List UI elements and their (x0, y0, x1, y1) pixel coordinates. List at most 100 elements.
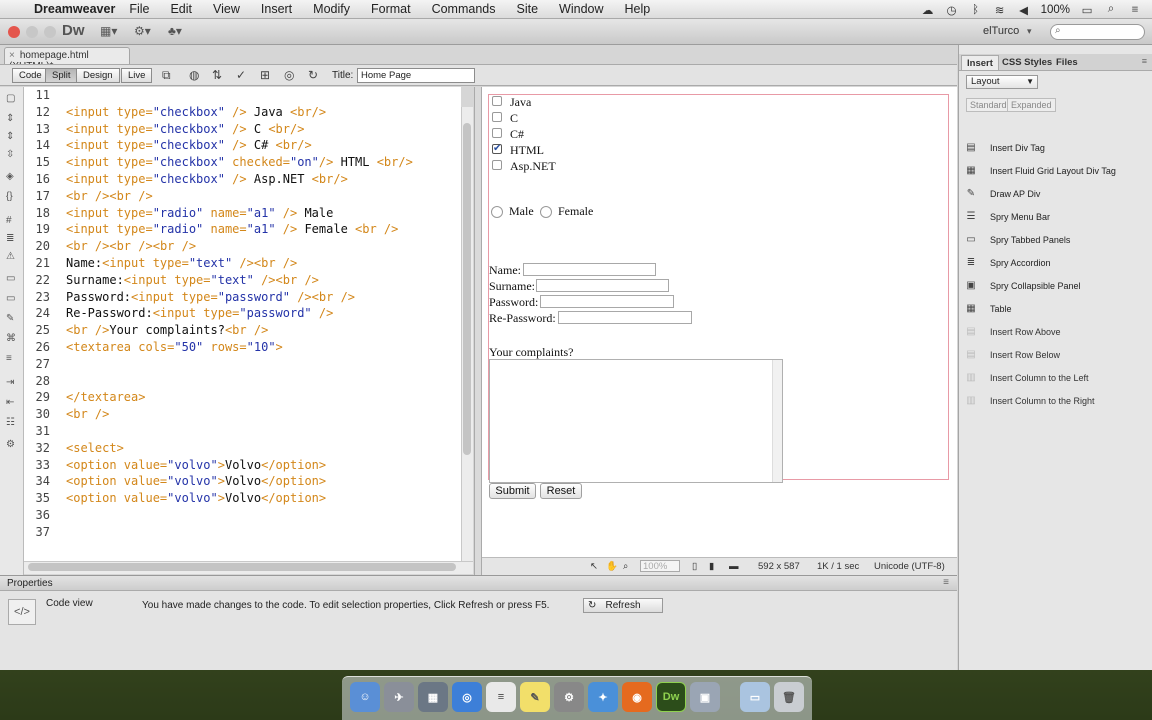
mobile-size-icon[interactable]: ▯ (692, 561, 697, 572)
textarea-scrollbar[interactable] (772, 360, 782, 482)
open-documents-icon[interactable]: ▢ (6, 93, 15, 104)
code-line[interactable]: 18 <input type="radio" name="a1" /> Male (24, 205, 334, 222)
checkbox-aspnet[interactable] (492, 160, 502, 170)
expand-all-icon[interactable]: ⇳ (6, 149, 14, 160)
close-tab-icon[interactable]: × (9, 50, 15, 61)
code-line[interactable]: 16 <input type="checkbox" /> Asp.NET <br/… (24, 171, 348, 188)
code-line[interactable]: 24 Re-Password:<input type="password" /> (24, 305, 334, 322)
desktop-size-icon[interactable]: ▬ (729, 561, 739, 572)
mission-control-icon[interactable]: ▦ (418, 682, 448, 712)
checkbox-c[interactable] (492, 112, 502, 122)
document-tab[interactable]: ×homepage.html (XHTML)* (4, 47, 130, 72)
app-menu-name[interactable]: Dreamweaver (34, 2, 115, 16)
window-size[interactable]: 592 x 587 (758, 561, 800, 572)
select-tool-icon[interactable]: ↖ (590, 561, 598, 572)
insert-row-below[interactable]: Insert Row Below (990, 350, 1060, 360)
zoom-window-button[interactable] (44, 26, 56, 38)
refresh-icon[interactable]: ↻ (308, 68, 318, 82)
live-view-button[interactable]: Live (121, 68, 153, 83)
code-line[interactable]: 22 Surname:<input type="text" /><br /> (24, 272, 319, 289)
checkbox-html[interactable]: ✔ (492, 144, 502, 154)
tab-css-styles[interactable]: CSS Styles (997, 55, 1057, 70)
code-line[interactable]: 23 Password:<input type="password" /><br … (24, 289, 355, 306)
menu-commands[interactable]: Commands (432, 2, 496, 16)
code-line[interactable]: 21 Name:<input type="text" /><br /> (24, 255, 298, 272)
code-line[interactable]: 15 <input type="checkbox" checked="on"/> … (24, 154, 413, 171)
code-line[interactable]: 29 </textarea> (24, 389, 146, 406)
split-view-button[interactable]: Split (45, 68, 78, 83)
file-management-icon[interactable]: ⇅ (212, 68, 222, 82)
outdent-icon[interactable]: ⇤ (6, 397, 14, 408)
format-source-icon[interactable]: ☷ (6, 417, 15, 428)
code-line[interactable]: 11 (24, 87, 66, 104)
system-preferences-icon[interactable]: ⚙ (554, 682, 584, 712)
submit-button[interactable]: Submit (489, 483, 536, 499)
code-line[interactable]: 13 <input type="checkbox" /> C <br/> (24, 121, 305, 138)
insert-fluid-grid-div[interactable]: Insert Fluid Grid Layout Div Tag (990, 166, 1116, 176)
insert-column-left[interactable]: Insert Column to the Left (990, 373, 1089, 383)
code-view-button[interactable]: Code (12, 68, 49, 83)
draw-ap-div[interactable]: Draw AP Div (990, 189, 1040, 199)
syntax-error-icon[interactable]: ⚠ (6, 251, 15, 262)
code-line[interactable]: 17 <br /><br /> (24, 188, 153, 205)
launchpad-icon[interactable]: ✈ (384, 682, 414, 712)
zoom-tool-icon[interactable]: ⌕ (623, 561, 628, 572)
checkbox-csharp[interactable] (492, 128, 502, 138)
properties-panel-header[interactable]: Properties ≡ (0, 575, 957, 591)
notes-icon[interactable]: ≡ (486, 682, 516, 712)
surname-input[interactable] (536, 279, 669, 292)
code-line[interactable]: 27 (24, 356, 66, 373)
check-browser-icon[interactable]: ◎ (284, 68, 294, 82)
zoom-select[interactable]: 100% (640, 560, 680, 572)
highlight-invalid-icon[interactable]: ≣ (6, 233, 14, 244)
refresh-button[interactable]: ↻ Refresh (583, 598, 663, 613)
code-line[interactable]: 28 (24, 373, 66, 390)
preview-icon[interactable]: ▣ (690, 682, 720, 712)
extend-gear-icon[interactable]: ⚙▾ (134, 24, 151, 38)
select-parent-tag-icon[interactable]: ◈ (6, 171, 14, 182)
code-horizontal-scroll-thumb[interactable] (28, 563, 456, 571)
indent-icon[interactable]: ⇥ (6, 377, 14, 388)
menu-view[interactable]: View (213, 2, 240, 16)
code-line[interactable]: 34 <option value="volvo">Volvo</option> (24, 473, 327, 490)
category-select[interactable]: Layout ▼ (966, 75, 1038, 89)
code-line[interactable]: 25 <br />Your complaints?<br /> (24, 322, 269, 339)
collapse-tag-icon[interactable]: ⇕ (6, 113, 14, 124)
insert-row-above[interactable]: Insert Row Above (990, 327, 1061, 337)
tablet-size-icon[interactable]: ▮ (709, 561, 714, 572)
standard-mode-button[interactable]: Standard (966, 98, 1011, 112)
design-view-button[interactable]: Design (76, 68, 120, 83)
tab-insert[interactable]: Insert (961, 55, 999, 70)
line-numbers-icon[interactable]: # (6, 215, 12, 226)
hand-tool-icon[interactable]: ✋ (606, 561, 618, 572)
downloads-folder-icon[interactable]: ▭ (740, 682, 770, 712)
safari-icon[interactable]: ✦ (588, 682, 618, 712)
spry-tabbed-panels[interactable]: Spry Tabbed Panels (990, 235, 1070, 245)
menu-file[interactable]: File (129, 2, 149, 16)
complaints-textarea[interactable] (489, 359, 783, 483)
finder-icon[interactable]: ☺ (350, 682, 380, 712)
checkbox-java[interactable] (492, 96, 502, 106)
multiscreen-icon[interactable]: ⧉ (162, 68, 171, 83)
code-vertical-scroll-thumb[interactable] (463, 123, 471, 455)
visual-aids-icon[interactable]: ⊞ (260, 68, 270, 82)
minimize-window-button[interactable] (26, 26, 38, 38)
bluetooth-icon[interactable]: ᛒ (969, 4, 983, 16)
spry-menu-bar[interactable]: Spry Menu Bar (990, 212, 1050, 222)
remove-comment-icon[interactable]: ▭ (6, 293, 15, 304)
workspace-user-menu[interactable]: elTurco (983, 25, 1019, 37)
safari-compass-icon[interactable]: ◎ (452, 682, 482, 712)
repassword-input[interactable] (558, 311, 692, 324)
collapse-selection-icon[interactable]: ⇕ (6, 131, 14, 142)
reset-button[interactable]: Reset (540, 483, 582, 499)
preview-browser-icon[interactable]: ◍ (189, 68, 199, 82)
menu-format[interactable]: Format (371, 2, 411, 16)
layout-menu-icon[interactable]: ▦▾ (100, 24, 117, 38)
name-input[interactable] (523, 263, 656, 276)
site-manage-icon[interactable]: ♣▾ (168, 24, 182, 38)
code-line[interactable]: 31 (24, 423, 66, 440)
menu-edit[interactable]: Edit (170, 2, 192, 16)
help-search-input[interactable]: ⌕ (1050, 24, 1145, 40)
code-view[interactable]: 11 12 <input type="checkbox" /> Java <br/>… (24, 87, 461, 561)
move-css-icon[interactable]: ≡ (6, 353, 12, 364)
